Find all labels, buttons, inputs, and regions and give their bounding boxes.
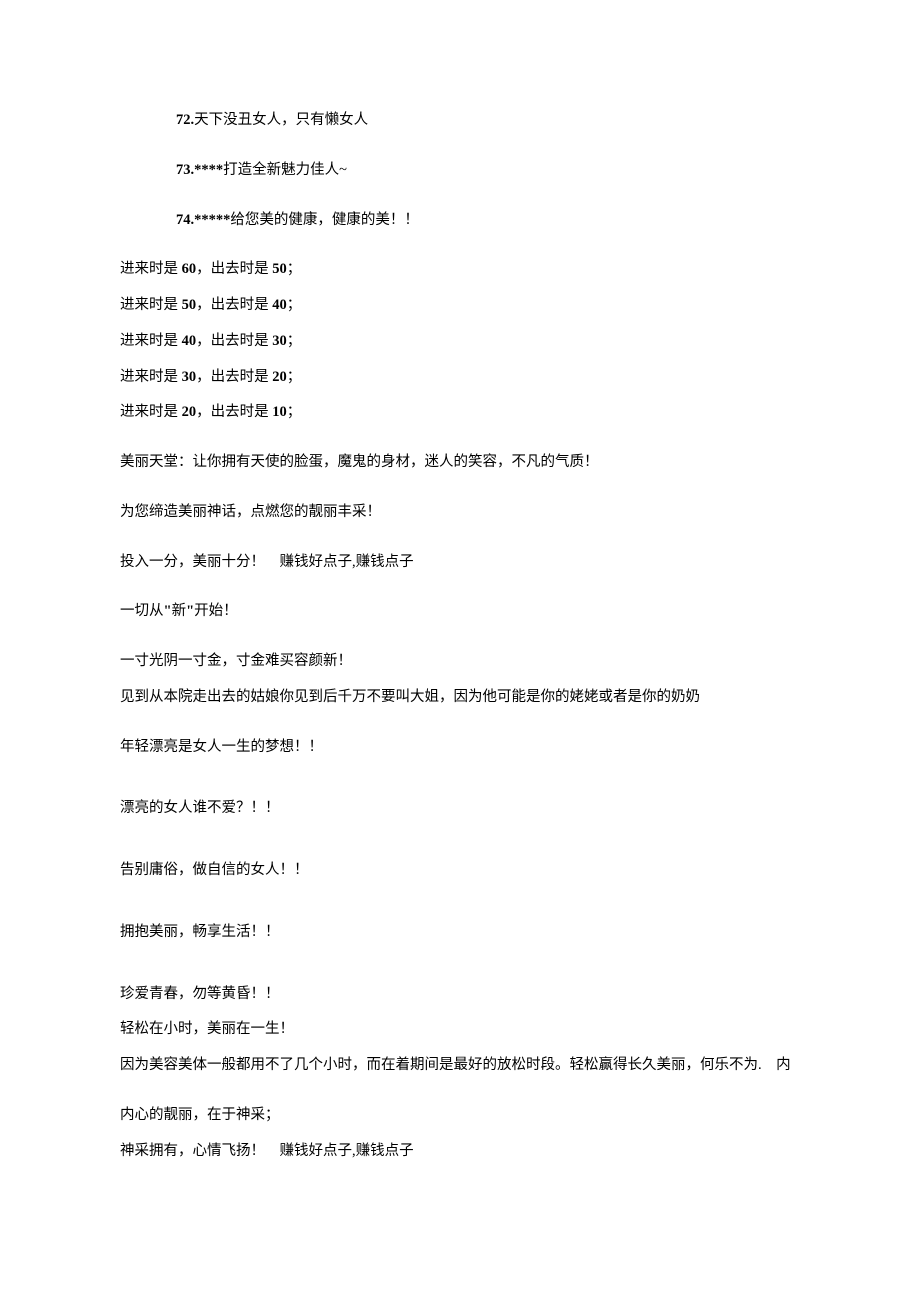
- quote-open: ": [164, 603, 172, 619]
- numbered-item: 73.****打造全新魅力佳人~: [120, 160, 800, 182]
- item-prefix: 72.: [176, 112, 194, 128]
- pair-p1: 进来时是: [120, 333, 182, 349]
- pair-b: 20: [272, 369, 287, 385]
- pair-b: 10: [272, 404, 287, 420]
- item-text: 打造全新魅力佳人~: [223, 162, 347, 178]
- pair-p1: 进来时是: [120, 297, 182, 313]
- pair-p3: ；: [287, 369, 302, 385]
- pair-b: 30: [272, 333, 287, 349]
- body-line: 珍爱青春，勿等黄昏！！: [120, 984, 800, 1006]
- pair-a: 30: [182, 369, 197, 385]
- pair-p3: ；: [287, 333, 302, 349]
- body-line: 神采拥有，心情飞扬！ 赚钱好点子,赚钱点子: [120, 1141, 800, 1163]
- body-line: 内心的靓丽，在于神采；: [120, 1105, 800, 1127]
- body-line: 漂亮的女人谁不爱？！！: [120, 798, 800, 820]
- pair-p2: ，出去时是: [196, 297, 272, 313]
- body-line: 轻松在小时，美丽在一生！: [120, 1019, 800, 1041]
- pair-p1: 进来时是: [120, 404, 182, 420]
- pair-line: 进来时是 20，出去时是 10；: [120, 402, 800, 424]
- pair-a: 20: [182, 404, 197, 420]
- body-line: 拥抱美丽，畅享生活！！: [120, 922, 800, 944]
- numbered-item: 74.*****给您美的健康，健康的美！！: [120, 210, 800, 232]
- pair-p3: ；: [287, 404, 302, 420]
- pair-p2: ，出去时是: [196, 333, 272, 349]
- pair-line: 进来时是 30，出去时是 20；: [120, 367, 800, 389]
- pair-a: 50: [182, 297, 197, 313]
- seg: 一切从: [120, 603, 164, 619]
- pair-p2: ，出去时是: [196, 404, 272, 420]
- pair-line: 进来时是 60，出去时是 50；: [120, 259, 800, 281]
- body-line: 投入一分，美丽十分！ 赚钱好点子,赚钱点子: [120, 552, 800, 574]
- pair-a: 40: [182, 333, 197, 349]
- pair-p3: ；: [287, 261, 302, 277]
- item-text: 给您美的健康，健康的美！！: [230, 212, 419, 228]
- pair-p2: ，出去时是: [196, 261, 272, 277]
- body-line: 告别庸俗，做自信的女人！！: [120, 860, 800, 882]
- seg: 新: [172, 603, 187, 619]
- body-line: 因为美容美体一般都用不了几个小时，而在着期间是最好的放松时段。轻松赢得长久美丽，…: [120, 1055, 800, 1077]
- body-line: 为您缔造美丽神话，点燃您的靓丽丰采！: [120, 502, 800, 524]
- pair-line: 进来时是 50，出去时是 40；: [120, 295, 800, 317]
- item-text: 天下没丑女人，只有懒女人: [194, 112, 368, 128]
- body-line: 一寸光阴一寸金，寸金难买容颜新！: [120, 651, 800, 673]
- pair-a: 60: [182, 261, 197, 277]
- item-prefix: 74.*****: [176, 212, 230, 228]
- body-line: 美丽天堂：让你拥有天使的脸蛋，魔鬼的身材，迷人的笑容，不凡的气质！: [120, 452, 800, 474]
- quote-close: ": [186, 603, 194, 619]
- pair-p2: ，出去时是: [196, 369, 272, 385]
- pair-b: 40: [272, 297, 287, 313]
- item-prefix: 73.****: [176, 162, 223, 178]
- pair-p1: 进来时是: [120, 261, 182, 277]
- pair-b: 50: [272, 261, 287, 277]
- pair-p3: ；: [287, 297, 302, 313]
- body-line: 年轻漂亮是女人一生的梦想！！: [120, 737, 800, 759]
- body-line: 见到从本院走出去的姑娘你见到后千万不要叫大姐，因为他可能是你的姥姥或者是你的奶奶: [120, 687, 800, 709]
- seg: 开始！: [194, 603, 238, 619]
- pair-p1: 进来时是: [120, 369, 182, 385]
- numbered-item: 72.天下没丑女人，只有懒女人: [120, 110, 800, 132]
- body-line: 一切从"新"开始！: [120, 601, 800, 623]
- document-page: 72.天下没丑女人，只有懒女人 73.****打造全新魅力佳人~ 74.****…: [0, 0, 920, 1222]
- pair-line: 进来时是 40，出去时是 30；: [120, 331, 800, 353]
